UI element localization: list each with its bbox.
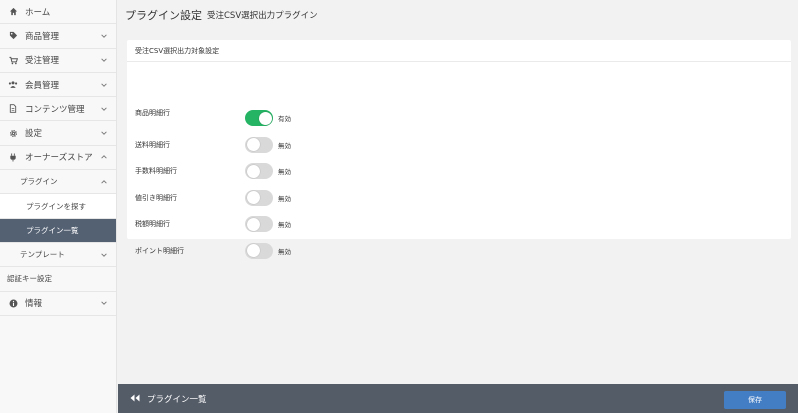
sidebar: ホーム 商品管理 受注管理 会員管理 コンテンツ管理 設定 オーナーズストア プ… [0,0,117,413]
sidebar-item-find-plugins[interactable]: プラグインを探す [0,194,116,219]
chevron-down-icon [101,301,107,306]
sidebar-item-auth-key[interactable]: 認証キー設定 [0,267,116,292]
sidebar-item-label: 設定 [25,129,43,140]
settings-card: 受注CSV選択出力対象設定 商品明細行 有効 送料明細行 無効 手数料明細行 無… [127,40,791,259]
setting-state: 無効 [278,247,291,256]
toggle-switch[interactable] [245,110,273,126]
save-button[interactable]: 保存 [724,391,786,409]
setting-row-shipping: 送料明細行 無効 [127,135,791,155]
setting-row-tax: 税額明細行 無効 [127,214,791,234]
chevron-down-icon [101,34,107,38]
toggle-knob [246,244,260,257]
chevron-down-icon [101,82,107,87]
sidebar-item-info[interactable]: 情報 [0,291,116,316]
sidebar-item-label: オーナーズストア [25,153,93,164]
setting-row-point: ポイント明細行 無効 [127,241,791,261]
sidebar-item-label: 認証キー設定 [7,274,52,284]
double-chevron-left-icon [130,394,140,404]
chevron-down-icon [101,253,107,257]
home-icon [7,7,19,16]
toggle-knob [246,191,260,204]
chevron-up-icon [101,155,107,159]
setting-label: 値引き明細行 [135,193,177,202]
info-icon [7,299,19,308]
toggle-knob [246,138,260,151]
sidebar-item-label: 商品管理 [25,31,60,42]
sidebar-item-products[interactable]: 商品管理 [0,24,116,49]
sidebar-item-plugin[interactable]: プラグイン [0,170,116,195]
setting-label: 送料明細行 [135,140,170,149]
sidebar-item-home[interactable]: ホーム [0,0,116,25]
toggle-knob [258,111,272,125]
chevron-up-icon [101,179,107,184]
sidebar-item-label: ホーム [25,7,51,18]
setting-state: 無効 [278,194,291,203]
sidebar-item-label: 会員管理 [25,80,60,91]
setting-row-fee: 手数料明細行 無効 [127,161,791,181]
chevron-down-icon [101,58,107,63]
setting-state: 無効 [278,168,291,176]
setting-state: 有効 [278,115,291,123]
sidebar-item-orders[interactable]: 受注管理 [0,48,116,73]
app-window: ホーム 商品管理 受注管理 会員管理 コンテンツ管理 設定 オーナーズストア プ… [0,0,798,413]
sidebar-item-members[interactable]: 会員管理 [0,72,116,98]
sidebar-item-label: プラグインを探す [26,201,86,211]
back-link-label: プラグイン一覧 [147,394,207,405]
card-title: 受注CSV選択出力対象設定 [127,40,791,62]
chevron-down-icon [101,131,107,136]
setting-row-discount: 値引き明細行 無効 [127,188,791,208]
page-title: プラグイン設定 [125,9,202,22]
setting-label: ポイント明細行 [135,246,184,255]
footer-bar: プラグイン一覧 保存 [118,384,798,413]
plug-icon [7,153,19,162]
sidebar-item-label: プラグイン一覧 [26,225,79,235]
page-header: プラグイン設定 受注CSV選択出力プラグイン [118,0,798,30]
sidebar-item-label: 受注管理 [25,56,60,67]
chevron-down-icon [101,107,107,111]
setting-state: 無効 [278,221,291,229]
back-to-plugin-list-link[interactable]: プラグイン一覧 [130,393,207,405]
sidebar-item-label: 情報 [25,299,43,310]
toggle-knob [246,164,260,178]
sidebar-item-label: テンプレート [20,250,65,260]
setting-row-product: 商品明細行 有効 [127,108,791,128]
setting-label: 商品明細行 [135,109,170,117]
document-icon [7,104,19,114]
sidebar-item-label: プラグイン [20,177,58,187]
toggle-switch[interactable] [245,163,273,179]
sidebar-item-template[interactable]: テンプレート [0,242,116,268]
sidebar-item-contents[interactable]: コンテンツ管理 [0,97,116,122]
sidebar-item-label: コンテンツ管理 [25,104,85,115]
toggle-switch[interactable] [245,242,273,259]
toggle-knob [246,217,260,231]
page-subtitle: 受注CSV選択出力プラグイン [207,11,318,21]
gear-icon [7,129,19,138]
setting-label: 税額明細行 [135,220,170,228]
sidebar-item-owners-store[interactable]: オーナーズストア [0,145,116,171]
setting-label: 手数料明細行 [135,167,177,175]
cart-icon [7,56,19,65]
sidebar-item-plugin-list[interactable]: プラグイン一覧 [0,218,116,243]
users-icon [7,80,19,89]
toggle-switch[interactable] [245,189,273,206]
toggle-switch[interactable] [245,216,273,232]
setting-state: 無効 [278,141,291,150]
tag-icon [7,31,19,40]
toggle-switch[interactable] [245,136,273,153]
sidebar-item-settings[interactable]: 設定 [0,121,116,146]
